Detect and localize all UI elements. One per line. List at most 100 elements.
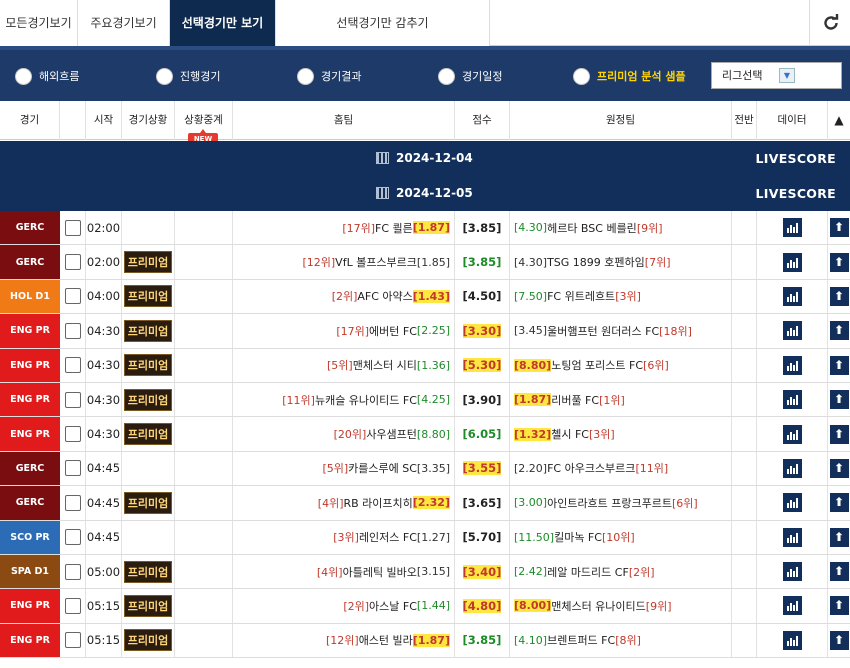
checkbox-icon[interactable] — [64, 632, 81, 649]
league-badge[interactable]: ENG PR — [0, 348, 60, 382]
arrow-up-icon[interactable]: ⬆ — [829, 286, 849, 306]
table-row[interactable]: ENG PR 04:30 프리미엄 [5위] 맨체스터 시티 [1.36] [5… — [0, 348, 850, 383]
home-team[interactable]: [17위] 에버턴 FC [2.25] — [233, 314, 455, 348]
select-checkbox[interactable] — [60, 211, 86, 245]
away-team[interactable]: [11.50] 킬마녹 FC [10위] — [510, 520, 732, 554]
checkbox-icon[interactable] — [64, 322, 81, 339]
arrow-up-icon[interactable]: ⬆ — [829, 321, 849, 341]
arrow-up-icon[interactable]: ⬆ — [829, 630, 849, 650]
radio-icon[interactable] — [156, 67, 173, 85]
away-team[interactable]: [8.00] 맨체스터 유나이티드 [9위] — [510, 589, 732, 623]
bar-chart-icon[interactable] — [782, 390, 802, 410]
select-checkbox[interactable] — [60, 589, 86, 623]
away-team[interactable]: [2.20] FC 아우크스부르크 [11위] — [510, 451, 732, 486]
table-row[interactable]: ENG PR 04:30 프리미엄 [11위] 뉴캐슬 유나이티드 FC [4.… — [0, 382, 850, 418]
refresh-icon[interactable] — [811, 0, 850, 46]
bar-chart-icon[interactable] — [782, 562, 802, 582]
select-checkbox[interactable] — [60, 382, 86, 417]
arrow-up-icon[interactable]: ⬆ — [829, 355, 849, 375]
league-select[interactable]: 리그선택 ▼ — [711, 62, 842, 89]
bar-chart-icon[interactable] — [782, 218, 802, 238]
checkbox-icon[interactable] — [64, 219, 81, 236]
filter-overseas-flow[interactable]: 해외흐름 — [15, 66, 79, 86]
select-checkbox[interactable] — [60, 314, 86, 348]
league-badge[interactable]: SPA D1 — [0, 554, 60, 589]
premium-badge[interactable]: 프리미엄 — [123, 491, 173, 514]
table-row[interactable]: GERC 04:45 [5위] 카를스루에 SC [3.35] [3.55] [… — [0, 451, 850, 487]
checkbox-icon[interactable] — [64, 391, 81, 408]
checkbox-icon[interactable] — [64, 254, 81, 271]
filter-results[interactable]: 경기결과 — [297, 66, 361, 86]
away-team[interactable]: [4.30] 헤르타 BSC 베를린 [9위] — [510, 211, 732, 245]
home-team[interactable]: [17위] FC 쾰른 [1.87] — [233, 211, 455, 245]
away-team[interactable]: [3.00] 아인트라흐트 프랑크푸르트 [6위] — [510, 486, 732, 520]
table-row[interactable]: ENG PR 04:30 프리미엄 [17위] 에버턴 FC [2.25] [3… — [0, 314, 850, 349]
league-badge[interactable]: SCO PR — [0, 520, 60, 554]
tab-all-games[interactable]: 모든경기보기 — [0, 0, 78, 46]
arrow-up-icon[interactable]: ⬆ — [829, 493, 849, 513]
premium-badge[interactable]: 프리미엄 — [123, 251, 173, 274]
select-checkbox[interactable] — [60, 348, 86, 382]
away-team[interactable]: [7.50] FC 위트레흐트 [3위] — [510, 279, 732, 314]
checkbox-icon[interactable] — [64, 460, 81, 477]
select-checkbox[interactable] — [60, 554, 86, 589]
premium-badge[interactable]: 프리미엄 — [123, 319, 173, 342]
premium-badge[interactable]: 프리미엄 — [123, 354, 173, 377]
home-team[interactable]: [5위] 맨체스터 시티 [1.36] — [233, 348, 455, 382]
checkbox-icon[interactable] — [64, 494, 81, 511]
home-team[interactable]: [11위] 뉴캐슬 유나이티드 FC [4.25] — [233, 382, 455, 417]
home-team[interactable]: [4위] 아틀레틱 빌바오 [3.15] — [233, 554, 455, 589]
arrow-up-icon[interactable]: ⬆ — [829, 218, 849, 238]
arrow-up-icon[interactable]: ⬆ — [829, 424, 849, 444]
league-badge[interactable]: GERC — [0, 451, 60, 486]
league-badge[interactable]: GERC — [0, 486, 60, 520]
tab-main-games[interactable]: 주요경기보기 — [78, 0, 170, 46]
table-row[interactable]: GERC 04:45 프리미엄 [4위] RB 라이프치히 [2.32] [3.… — [0, 486, 850, 521]
away-team[interactable]: [2.42] 레알 마드리드 CF [2위] — [510, 554, 732, 589]
premium-badge[interactable]: 프리미엄 — [123, 388, 173, 411]
league-badge[interactable]: ENG PR — [0, 417, 60, 451]
home-team[interactable]: [3위] 레인저스 FC [1.27] — [233, 520, 455, 554]
home-team[interactable]: [2위] AFC 아약스 [1.43] — [233, 279, 455, 314]
checkbox-icon[interactable] — [64, 426, 81, 443]
home-team[interactable]: [12위] VfL 볼프스부르크 [1.85] — [233, 245, 455, 279]
select-checkbox[interactable] — [60, 245, 86, 279]
table-row[interactable]: ENG PR 05:15 프리미엄 [12위] 애스턴 빌라 [1.87] [3… — [0, 623, 850, 659]
sort-up-icon[interactable]: ▲ — [828, 101, 850, 140]
select-checkbox[interactable] — [60, 417, 86, 451]
league-badge[interactable]: ENG PR — [0, 589, 60, 623]
table-row[interactable]: GERC 02:00 프리미엄 [12위] VfL 볼프스부르크 [1.85] … — [0, 245, 850, 280]
radio-icon[interactable] — [438, 67, 455, 85]
checkbox-icon[interactable] — [64, 288, 81, 305]
bar-chart-icon[interactable] — [782, 630, 802, 650]
arrow-up-icon[interactable]: ⬆ — [829, 390, 849, 410]
away-team[interactable]: [8.80] 노팅엄 포리스트 FC [6위] — [510, 348, 732, 382]
arrow-up-icon[interactable]: ⬆ — [829, 596, 849, 616]
bar-chart-icon[interactable] — [782, 458, 802, 478]
bar-chart-icon[interactable] — [782, 286, 802, 306]
table-row[interactable]: ENG PR 05:15 프리미엄 [2위] 아스날 FC [1.44] [4.… — [0, 589, 850, 624]
arrow-up-icon[interactable]: ⬆ — [829, 562, 849, 582]
arrow-up-icon[interactable]: ⬆ — [829, 458, 849, 478]
select-checkbox[interactable] — [60, 520, 86, 554]
premium-badge[interactable]: 프리미엄 — [123, 629, 173, 652]
away-team[interactable]: [3.45] 울버햄프턴 원더러스 FC [18위] — [510, 314, 732, 348]
select-checkbox[interactable] — [60, 486, 86, 520]
bar-chart-icon[interactable] — [782, 252, 802, 272]
home-team[interactable]: [12위] 애스턴 빌라 [1.87] — [233, 623, 455, 658]
away-team[interactable]: [4.10] 브렌트퍼드 FC [8위] — [510, 623, 732, 658]
league-badge[interactable]: GERC — [0, 211, 60, 245]
select-checkbox[interactable] — [60, 451, 86, 486]
table-row[interactable]: SPA D1 05:00 프리미엄 [4위] 아틀레틱 빌바오 [3.15] [… — [0, 554, 850, 590]
radio-icon[interactable] — [297, 67, 314, 85]
checkbox-icon[interactable] — [64, 529, 81, 546]
home-team[interactable]: [4위] RB 라이프치히 [2.32] — [233, 486, 455, 520]
away-team[interactable]: [4.30] TSG 1899 호펜하임 [7위] — [510, 245, 732, 279]
bar-chart-icon[interactable] — [782, 493, 802, 513]
tab-selected-only[interactable]: 선택경기만 보기 — [170, 0, 276, 46]
premium-badge[interactable]: 프리미엄 — [123, 560, 173, 583]
premium-badge[interactable]: 프리미엄 — [123, 285, 173, 308]
arrow-up-icon[interactable]: ⬆ — [829, 252, 849, 272]
radio-icon[interactable] — [573, 67, 590, 85]
filter-premium-sample[interactable]: 프리미엄 분석 샘플 — [573, 66, 686, 86]
